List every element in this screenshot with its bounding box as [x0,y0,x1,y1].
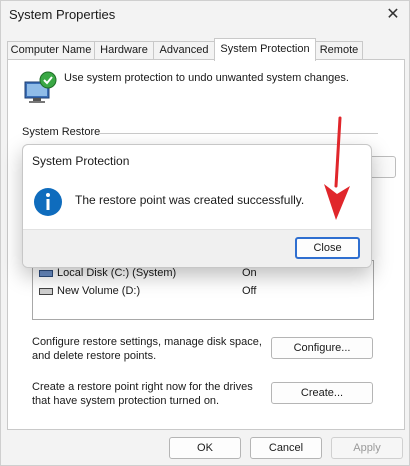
info-icon [34,188,62,216]
drive-icon [39,288,53,295]
drives-list[interactable]: Local Disk (C:) (System) On New Volume (… [32,260,374,320]
create-description: Create a restore point right now for the… [32,381,253,407]
computer-shield-icon [24,71,57,103]
close-icon[interactable]: ✕ [383,5,403,25]
tab-system-protection[interactable]: System Protection [214,38,316,61]
red-arrow-annotation [324,116,350,220]
dialog-footer: Close [23,229,371,267]
dialog-close-button[interactable]: Close [295,237,360,259]
intro-text: Use system protection to undo unwanted s… [64,72,349,84]
tab-advanced[interactable]: Advanced [153,41,215,60]
drive-icon [39,270,53,277]
system-restore-button[interactable] [368,156,396,178]
drive-name: Local Disk (C:) (System) [57,267,177,279]
list-item[interactable]: Local Disk (C:) (System) On [39,266,369,282]
configure-button[interactable]: Configure... [271,337,373,359]
create-button[interactable]: Create... [271,382,373,404]
tab-hardware[interactable]: Hardware [94,41,154,60]
title-bar: System Properties ✕ [1,1,410,31]
ok-button[interactable]: OK [169,437,241,459]
drive-name: New Volume (D:) [57,285,141,297]
cancel-button[interactable]: Cancel [250,437,322,459]
dialog-message: The restore point was created successful… [75,193,305,207]
tab-remote[interactable]: Remote [315,41,363,60]
list-item[interactable]: New Volume (D:) Off [39,284,369,300]
tab-computer-name[interactable]: Computer Name [7,41,95,60]
window-title: System Properties [9,7,116,22]
tab-strip: Computer Name Hardware Advanced System P… [7,38,405,61]
drive-protection-state: On [242,267,257,279]
apply-button[interactable]: Apply [331,437,403,459]
drive-protection-state: Off [242,285,257,297]
system-restore-label: System Restore [22,126,101,138]
configure-description: Configure restore settings, manage disk … [32,336,262,362]
dialog-title: System Protection [32,154,130,168]
